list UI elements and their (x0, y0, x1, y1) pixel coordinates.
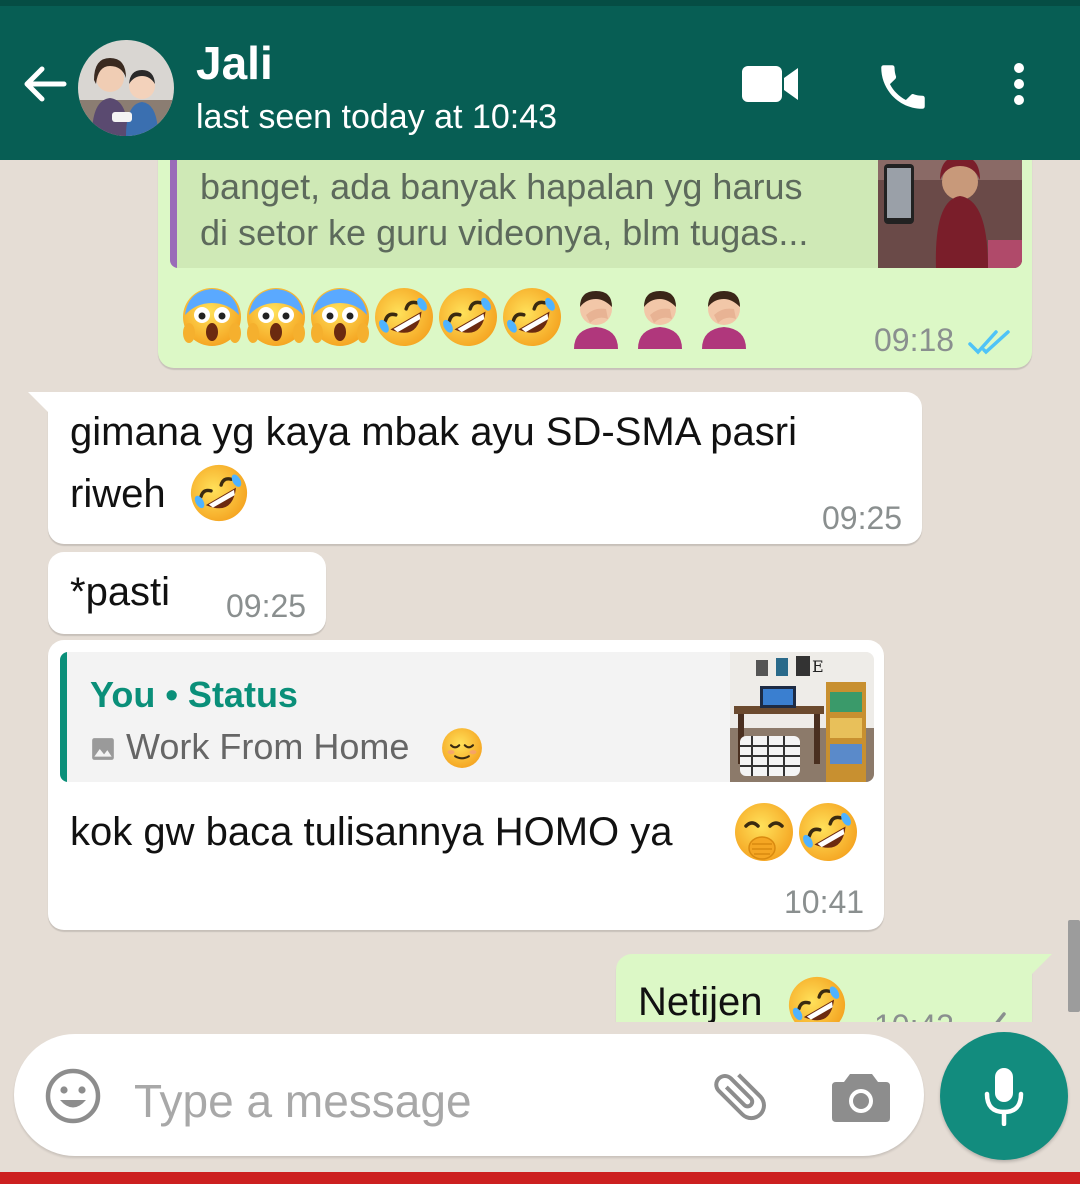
hand-over-mouth-emoji (732, 800, 796, 864)
more-options-icon[interactable] (1004, 60, 1034, 110)
message-composer: Type a message (14, 1034, 924, 1156)
camera-icon[interactable] (830, 1070, 892, 1124)
message-text: kok gw baca tulisannya HOMO ya (70, 810, 673, 854)
message-time: 10:43 (874, 1008, 954, 1022)
quoted-message[interactable]: banget, ada banyak hapalan yg harus di s… (170, 160, 1022, 268)
message-list[interactable]: banget, ada banyak hapalan yg harus di s… (0, 160, 1080, 1022)
bubble-tail (1030, 954, 1052, 976)
quoted-status-text: Work From Home (126, 726, 410, 767)
contact-name[interactable]: Jali (196, 36, 273, 90)
message-text: *pasti (70, 570, 171, 614)
message-time: 09:18 (874, 322, 955, 358)
message-time: 09:25 (226, 588, 307, 624)
message-text: Netijen (638, 980, 763, 1022)
voice-record-button[interactable] (940, 1032, 1068, 1160)
message-bubble-outgoing[interactable]: banget, ada banyak hapalan yg harus di s… (158, 160, 1032, 368)
voice-call-icon[interactable] (874, 58, 932, 116)
back-arrow-icon[interactable] (18, 58, 70, 110)
scream-emoji (244, 285, 308, 349)
message-bubble-incoming[interactable]: gimana yg kaya mbak ayu SD-SMA pasri riw… (28, 392, 922, 544)
video-call-icon[interactable] (740, 62, 802, 106)
image-icon (92, 738, 114, 760)
facepalm-emoji (564, 285, 628, 349)
scrollbar[interactable] (1068, 920, 1080, 1012)
emoji-row (180, 285, 756, 351)
rofl-emoji (786, 974, 848, 1022)
mic-icon (984, 1068, 1024, 1126)
rofl-emoji (500, 285, 564, 349)
last-seen-status: last seen today at 10:43 (196, 98, 558, 136)
nav-bar-edge (0, 1172, 1080, 1184)
message-bubble-incoming[interactable]: *pasti 09:25 (48, 552, 326, 634)
emoji-icon[interactable] (44, 1067, 102, 1125)
quoted-text-line: banget, ada banyak hapalan yg harus (200, 166, 803, 207)
quoted-author: You • Status (90, 674, 298, 715)
facepalm-emoji (628, 285, 692, 349)
quoted-text-line: di setor ke guru videonya, blm tugas... (200, 212, 809, 253)
relieved-emoji (440, 726, 484, 770)
message-time: 09:25 (822, 500, 903, 536)
quoted-thumbnail (878, 160, 1022, 268)
scream-emoji (180, 285, 244, 349)
bubble-tail (28, 392, 50, 414)
sent-tick-icon (995, 1012, 1006, 1022)
message-input[interactable]: Type a message (134, 1074, 472, 1128)
message-bubble-incoming[interactable]: You • Status Work From Home E kok gw bac… (48, 640, 884, 930)
read-ticks-icon (968, 330, 1010, 355)
attach-icon[interactable] (708, 1064, 772, 1128)
status-thumbnail: E (730, 652, 874, 782)
rofl-emoji (436, 285, 500, 349)
scream-emoji (308, 285, 372, 349)
message-text-line: gimana yg kaya mbak ayu SD-SMA pasri (70, 410, 797, 454)
chat-header: Jali last seen today at 10:43 (0, 6, 1080, 160)
message-text-line: riweh (70, 472, 166, 516)
svg-text:E: E (812, 657, 824, 676)
quoted-status[interactable]: You • Status Work From Home E (60, 652, 874, 782)
rofl-emoji (796, 800, 860, 864)
rofl-emoji (188, 462, 250, 524)
message-time: 10:41 (784, 884, 865, 920)
message-bubble-outgoing[interactable]: Netijen 10:43 (616, 954, 1052, 1022)
facepalm-emoji (692, 285, 756, 349)
rofl-emoji (372, 285, 436, 349)
avatar[interactable] (78, 40, 174, 136)
